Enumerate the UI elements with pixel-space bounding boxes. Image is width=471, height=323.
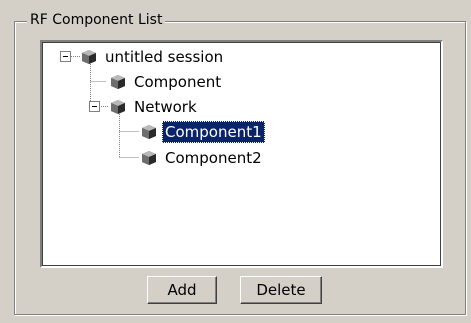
cube-icon: [82, 50, 96, 64]
group-title: RF Component List: [27, 11, 166, 29]
cube-icon: [111, 100, 125, 114]
tree-node-label: Network: [134, 98, 197, 116]
rf-component-dialog: RF Component List untitled session Compo…: [0, 0, 471, 323]
tree-node-label: Component2: [165, 149, 262, 167]
tree-node-session[interactable]: untitled session: [81, 45, 226, 69]
cube-icon: [142, 125, 156, 139]
tree-node-label: Component1: [162, 121, 265, 143]
cube-icon: [142, 151, 156, 165]
delete-button[interactable]: Delete: [240, 276, 322, 304]
tree-node-component[interactable]: Component: [110, 70, 224, 94]
add-button[interactable]: Add: [147, 276, 217, 304]
collapse-session-toggle[interactable]: [60, 51, 71, 62]
collapse-network-toggle[interactable]: [89, 101, 100, 112]
tree-node-component1[interactable]: Component1: [141, 120, 265, 144]
tree-node-component2[interactable]: Component2: [141, 146, 265, 170]
tree-node-network[interactable]: Network: [110, 95, 200, 119]
tree-node-label: Component: [134, 73, 222, 91]
tree-node-label: untitled session: [105, 48, 224, 66]
cube-icon: [111, 75, 125, 89]
